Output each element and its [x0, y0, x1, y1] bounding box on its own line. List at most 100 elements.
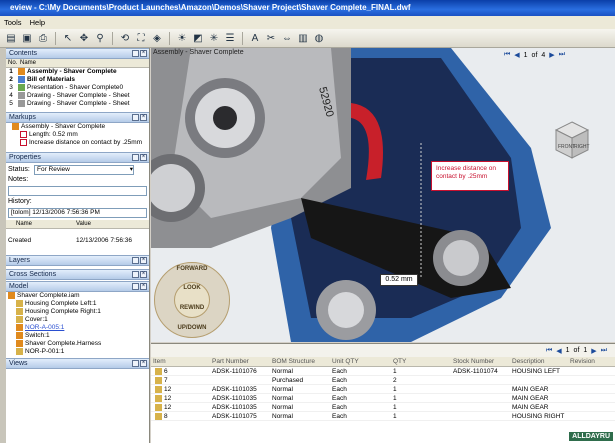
- explode-icon[interactable]: ✳: [207, 31, 221, 45]
- orbit-icon[interactable]: ⟲: [118, 31, 132, 45]
- zoom-icon[interactable]: ⚲: [93, 31, 107, 45]
- table-row[interactable]: 8 ADSK-1101075 Normal Each 1 HOUSING RIGHT: [151, 412, 615, 421]
- pin-icon[interactable]: [132, 50, 139, 57]
- history-select[interactable]: [tolom] 12/13/2006 7:56:36 PM: [8, 208, 147, 218]
- part-icon: [16, 300, 23, 307]
- col-part-number[interactable]: Part Number: [212, 357, 272, 366]
- pin-icon[interactable]: [132, 271, 139, 278]
- close-icon[interactable]: ×: [140, 360, 147, 367]
- page-total: 4: [541, 51, 546, 59]
- select-icon[interactable]: ↖: [61, 31, 75, 45]
- col-unit-qty[interactable]: Unit QTY: [332, 357, 393, 366]
- light-icon[interactable]: ☀: [175, 31, 189, 45]
- model-item[interactable]: Switch:1: [6, 332, 149, 340]
- first-page-icon[interactable]: ⏮: [546, 347, 552, 355]
- layout-icon[interactable]: ▥: [296, 31, 310, 45]
- table-row[interactable]: 6 ADSK-1101076 Normal Each 1 ADSK-1101074 HOU…: [151, 367, 615, 376]
- close-icon[interactable]: ×: [140, 114, 147, 121]
- print-icon[interactable]: ⎙: [36, 31, 50, 45]
- pan-icon[interactable]: ✥: [77, 31, 91, 45]
- contents-item[interactable]: 3 Presentation - Shaver Complete0: [6, 84, 149, 92]
- properties-icon[interactable]: ☰: [223, 31, 237, 45]
- close-icon[interactable]: ×: [140, 257, 147, 264]
- close-icon[interactable]: ×: [140, 283, 147, 290]
- model-item[interactable]: Shaver Complete.iam: [6, 292, 149, 300]
- model-item[interactable]: NOR-A-005:1: [6, 324, 149, 332]
- model-header[interactable]: Model ×: [6, 281, 149, 292]
- assembly-icon: [12, 123, 19, 130]
- nav-rewind[interactable]: REWIND: [154, 305, 230, 311]
- model-item[interactable]: Housing Complete Right:1: [6, 308, 149, 316]
- page-of: of: [531, 51, 538, 59]
- table-row[interactable]: 12 ADSK-1101035 Normal Each 1 MAIN GEAR: [151, 394, 615, 403]
- dimension-label[interactable]: 0.52 mm: [380, 274, 418, 286]
- menu-help[interactable]: Help: [30, 18, 45, 27]
- part-icon: [155, 412, 162, 420]
- prev-page-icon[interactable]: ◀: [514, 51, 519, 59]
- view-icon[interactable]: ◈: [150, 31, 164, 45]
- first-page-icon[interactable]: ⏮: [504, 51, 510, 59]
- nav-forward[interactable]: FORWARD: [154, 266, 230, 272]
- contents-item[interactable]: 5 Drawing - Shaver Complete - Sheet: [6, 100, 149, 108]
- viewcube[interactable]: FRONT RIGHT: [554, 120, 590, 160]
- col-qty[interactable]: QTY: [393, 357, 453, 366]
- next-page-icon[interactable]: ▶: [549, 51, 554, 59]
- cross-sections-title: Cross Sections: [9, 271, 57, 278]
- model-item[interactable]: Shaver Complete.Harness: [6, 340, 149, 348]
- status-select[interactable]: For Review ▾: [34, 164, 134, 175]
- last-page-icon[interactable]: ⏭: [601, 347, 607, 355]
- nav-look[interactable]: LOOK: [154, 285, 230, 291]
- assembly-icon: [16, 340, 23, 347]
- text-markup-icon[interactable]: A: [248, 31, 262, 45]
- markups-header[interactable]: Markups ×: [6, 112, 149, 123]
- pin-icon[interactable]: [132, 154, 139, 161]
- col-item[interactable]: Item: [151, 357, 212, 366]
- properties-header[interactable]: Properties ×: [6, 152, 149, 163]
- viewcube-front-label: FRONT: [558, 144, 575, 150]
- open-icon[interactable]: ▤: [4, 31, 18, 45]
- pin-icon[interactable]: [132, 257, 139, 264]
- model-item[interactable]: Housing Complete Left:1: [6, 300, 149, 308]
- table-row[interactable]: 12 ADSK-1101035 Normal Each 1 MAIN GEAR: [151, 403, 615, 412]
- views-header[interactable]: Views ×: [6, 358, 149, 369]
- col-revision[interactable]: Revision: [570, 357, 615, 366]
- contents-header[interactable]: Contents ×: [6, 48, 149, 59]
- markup-callout[interactable]: Increase distance on contact by .25mm: [431, 161, 509, 191]
- cross-sections-header[interactable]: Cross Sections ×: [6, 269, 149, 280]
- markup-item[interactable]: Assembly - Shaver Complete: [6, 123, 149, 131]
- save-icon[interactable]: ▣: [20, 31, 34, 45]
- model-item[interactable]: NOR-P-001:1: [6, 348, 149, 356]
- next-page-icon[interactable]: ▶: [591, 347, 596, 355]
- table-row[interactable]: 7 Purchased Each 2: [151, 376, 615, 385]
- section-icon[interactable]: ◩: [191, 31, 205, 45]
- pin-icon[interactable]: [132, 114, 139, 121]
- fit-icon[interactable]: ⛶: [134, 31, 148, 45]
- bom-page-current: 1: [565, 347, 570, 354]
- watermark: ALLDAYRU: [569, 432, 613, 441]
- contents-item[interactable]: 1 Assembly - Shaver Complete: [6, 68, 149, 76]
- cut-icon[interactable]: ✂: [264, 31, 278, 45]
- close-icon[interactable]: ×: [140, 154, 147, 161]
- col-bom-structure[interactable]: BOM Structure: [272, 357, 332, 366]
- model-item[interactable]: Cover:1: [6, 316, 149, 324]
- close-icon[interactable]: ×: [140, 50, 147, 57]
- contents-item[interactable]: 2 Bill of Materials: [6, 76, 149, 84]
- layers-header[interactable]: Layers ×: [6, 255, 149, 266]
- markup-item[interactable]: Increase distance on contact by .25mm: [6, 139, 149, 147]
- steering-wheel[interactable]: FORWARD LOOK REWIND UP/DOWN: [154, 262, 230, 338]
- menu-tools[interactable]: Tools: [4, 18, 22, 27]
- contents-item[interactable]: 4 Drawing - Shaver Complete - Sheet: [6, 92, 149, 100]
- col-description[interactable]: Description: [512, 357, 570, 366]
- table-row[interactable]: 12 ADSK-1101035 Normal Each 1 MAIN GEAR: [151, 385, 615, 394]
- close-icon[interactable]: ×: [140, 271, 147, 278]
- pin-icon[interactable]: [132, 360, 139, 367]
- globe-icon[interactable]: ◍: [312, 31, 326, 45]
- col-stock-number[interactable]: Stock Number: [453, 357, 512, 366]
- notes-field[interactable]: [8, 186, 147, 196]
- last-page-icon[interactable]: ⏭: [559, 51, 565, 59]
- markup-item[interactable]: Length: 0.52 mm: [6, 131, 149, 139]
- prev-page-icon[interactable]: ◀: [556, 347, 561, 355]
- pin-icon[interactable]: [132, 283, 139, 290]
- nav-up-down[interactable]: UP/DOWN: [154, 325, 230, 331]
- measure-icon[interactable]: ⇔: [280, 31, 294, 45]
